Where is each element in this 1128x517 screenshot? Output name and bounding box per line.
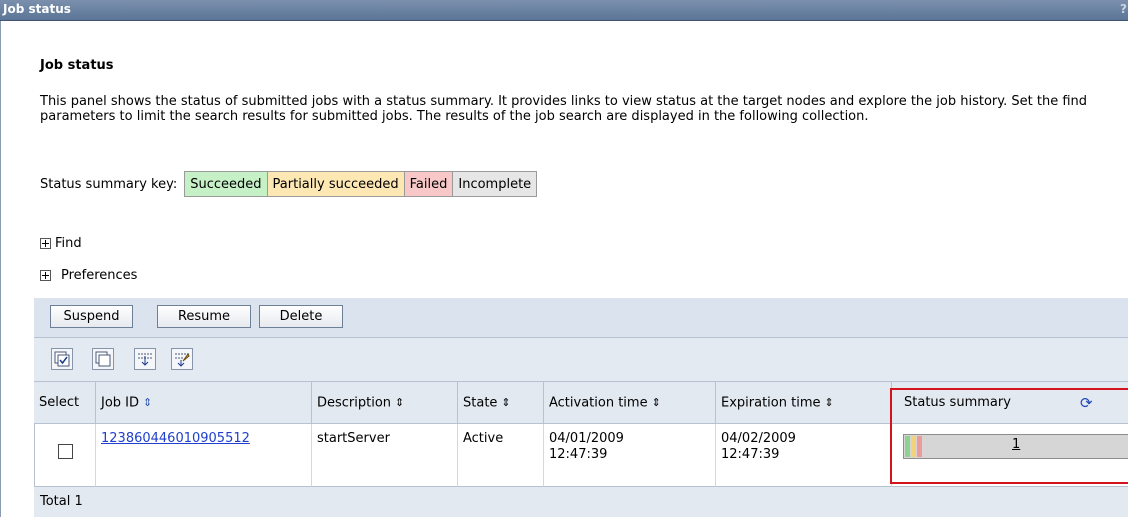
find-expander[interactable]: Find xyxy=(40,236,82,251)
preferences-expander[interactable]: Preferences xyxy=(40,268,137,283)
table-row-expiration-time: 04/02/2009 12:47:39 xyxy=(716,424,892,487)
preferences-label[interactable]: Preferences xyxy=(61,268,137,283)
callout-highlight xyxy=(890,388,1128,484)
page-title: Job status xyxy=(40,58,114,73)
resume-button[interactable]: Resume xyxy=(157,305,251,328)
show-filter-icon[interactable] xyxy=(134,348,156,370)
sort-icon[interactable]: ⇕ xyxy=(501,382,510,424)
sort-icon[interactable]: ⇕ xyxy=(652,382,661,424)
status-key-label: Status summary key: xyxy=(40,176,178,192)
delete-button[interactable]: Delete xyxy=(259,305,343,328)
column-header-state[interactable]: State ⇕ xyxy=(458,382,544,424)
table-row-job-id-cell: 123860446010905512 xyxy=(96,424,312,487)
column-header-description[interactable]: Description ⇕ xyxy=(312,382,458,424)
help-icon[interactable]: ? xyxy=(1120,2,1127,16)
panel-border xyxy=(0,21,1,517)
table-row-activation-time: 04/01/2009 12:47:39 xyxy=(544,424,716,487)
job-id-link[interactable]: 123860446010905512 xyxy=(101,431,250,446)
key-partially-succeeded: Partially succeeded xyxy=(267,171,405,197)
sort-icon[interactable]: ⇕ xyxy=(143,382,152,424)
panel-description: This panel shows the status of submitted… xyxy=(40,94,1088,124)
column-header-expiration-time[interactable]: Expiration time ⇕ xyxy=(716,382,892,424)
column-header-job-id[interactable]: Job ID ⇕ xyxy=(96,382,312,424)
select-all-icon[interactable] xyxy=(51,348,73,370)
window-title: Job status xyxy=(3,2,71,16)
deselect-all-icon[interactable] xyxy=(92,348,114,370)
key-incomplete: Incomplete xyxy=(453,171,538,197)
clear-filter-icon[interactable] xyxy=(171,348,193,370)
row-checkbox[interactable] xyxy=(58,444,73,459)
column-header-select: Select xyxy=(34,382,96,424)
table-row-state: Active xyxy=(458,424,544,487)
table-icon-toolbar xyxy=(34,338,1128,382)
expand-icon[interactable] xyxy=(40,270,51,281)
key-failed: Failed xyxy=(404,171,454,197)
suspend-button[interactable]: Suspend xyxy=(50,305,133,328)
title-bar: Job status ? xyxy=(0,0,1128,21)
column-header-activation-time[interactable]: Activation time ⇕ xyxy=(544,382,716,424)
sort-icon[interactable]: ⇕ xyxy=(395,382,404,424)
status-summary-key: Status summary key: Succeeded Partially … xyxy=(40,170,538,198)
table-row-description: startServer xyxy=(312,424,458,487)
expand-icon[interactable] xyxy=(40,238,51,249)
find-label[interactable]: Find xyxy=(55,236,82,251)
key-succeeded: Succeeded xyxy=(184,171,268,197)
action-toolbar: Suspend Resume Delete xyxy=(34,298,1128,338)
table-total: Total 1 xyxy=(34,487,1128,517)
sort-icon[interactable]: ⇕ xyxy=(825,382,834,424)
